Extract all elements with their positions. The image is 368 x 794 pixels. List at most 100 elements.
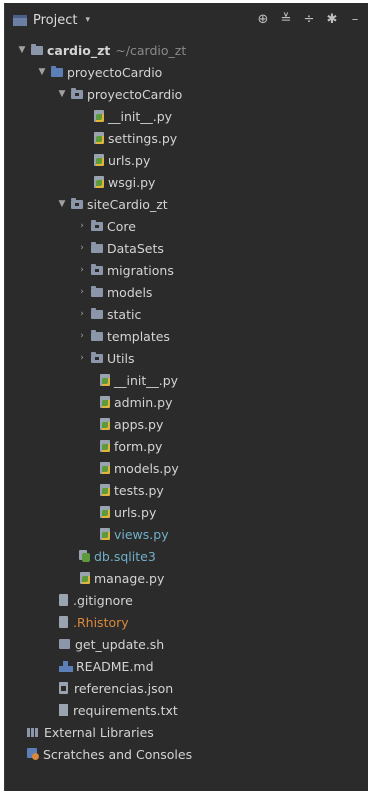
chevron-right-icon[interactable]: › (77, 309, 87, 319)
node-label: proyectoCardio (67, 64, 163, 80)
chevron-down-icon[interactable]: ▼ (57, 89, 67, 99)
chevron-right-icon[interactable]: › (77, 265, 87, 275)
file-label: README.md (76, 658, 154, 674)
file-label: urls.py (114, 504, 157, 520)
python-file-icon (93, 131, 105, 145)
python-file-icon (99, 417, 111, 431)
tree-node-external-libraries[interactable]: External Libraries (27, 721, 154, 743)
tree-file-manage[interactable]: manage.py (79, 567, 164, 589)
chevron-right-icon[interactable]: › (77, 221, 87, 231)
python-file-icon (99, 483, 111, 497)
chevron-right-icon[interactable]: › (77, 331, 87, 341)
file-label: wsgi.py (108, 174, 156, 190)
tree-file-wsgi[interactable]: wsgi.py (93, 171, 155, 193)
tree-file-admin[interactable]: admin.py (99, 391, 172, 413)
tree-file-init[interactable]: __init__.py (93, 105, 172, 127)
ignore-file-icon (59, 594, 68, 606)
node-label: External Libraries (44, 724, 154, 740)
folder-icon (91, 285, 103, 297)
node-label: proyectoCardio (87, 86, 183, 102)
tree-file-form[interactable]: form.py (99, 435, 162, 457)
file-label: models.py (114, 460, 179, 476)
tree-file-urls[interactable]: urls.py (93, 149, 150, 171)
tree-node-sitecardio[interactable]: ▼ siteCardio_zt (57, 193, 168, 215)
package-folder-icon (91, 219, 103, 231)
python-file-icon (99, 373, 111, 387)
file-label: settings.py (108, 130, 178, 146)
python-file-icon (99, 505, 111, 519)
chevron-right-icon[interactable]: › (77, 287, 87, 297)
shell-script-icon (59, 639, 70, 649)
folder-icon (91, 329, 103, 341)
folder-icon (91, 241, 103, 253)
tree-file-requirements[interactable]: requirements.txt (59, 699, 178, 721)
collapse-all-icon[interactable]: ≚ (275, 11, 297, 29)
gear-icon[interactable]: ✱ (321, 11, 343, 29)
tree-node-core[interactable]: › Core (77, 215, 136, 237)
python-file-icon (93, 175, 105, 189)
node-label: models (107, 284, 153, 300)
root-path: ~/cardio_zt (115, 42, 187, 58)
node-label: migrations (107, 262, 174, 278)
project-view-selector[interactable]: Project ▾ (13, 13, 90, 28)
tree-file-site-urls[interactable]: urls.py (99, 501, 156, 523)
python-file-icon (93, 109, 105, 123)
chevron-down-icon[interactable]: ▼ (17, 45, 27, 55)
tree-file-gitignore[interactable]: .gitignore (59, 589, 133, 611)
python-file-icon (99, 395, 111, 409)
markdown-file-icon (59, 660, 73, 672)
python-file-icon (79, 571, 91, 585)
file-label: manage.py (94, 570, 165, 586)
folder-icon (91, 307, 103, 319)
tree-node-proyectocardio[interactable]: ▼ proyectoCardio (37, 61, 163, 83)
source-folder-icon (51, 65, 63, 77)
tree-file-settings[interactable]: settings.py (93, 127, 177, 149)
tree-file-site-init[interactable]: __init__.py (99, 369, 178, 391)
scratches-icon (27, 748, 39, 760)
project-tool-window: Project ▾ ⊕ ≚ ÷ ✱ – ▼ cardio_zt ~/cardio… (4, 3, 368, 791)
tree-file-referencias[interactable]: referencias.json (59, 677, 173, 699)
file-label: views.py (114, 526, 169, 542)
tree-node-utils[interactable]: › Utils (77, 347, 134, 369)
python-file-icon (99, 461, 111, 475)
file-label: apps.py (114, 416, 164, 432)
tree-node-scratches[interactable]: Scratches and Consoles (27, 743, 192, 765)
tree-file-rhistory[interactable]: .Rhistory (59, 611, 129, 633)
locate-icon[interactable]: ⊕ (252, 11, 274, 29)
folder-icon (31, 43, 43, 55)
text-file-icon (59, 704, 68, 716)
tree-node-static[interactable]: › static (77, 303, 141, 325)
file-label: urls.py (108, 152, 151, 168)
tree-file-readme[interactable]: README.md (59, 655, 154, 677)
tree-file-views[interactable]: views.py (99, 523, 169, 545)
tree-node-proyectocardio-package[interactable]: ▼ proyectoCardio (57, 83, 183, 105)
expand-all-icon[interactable]: ÷ (298, 11, 320, 29)
node-label: DataSets (107, 240, 164, 256)
tree-file-apps[interactable]: apps.py (99, 413, 163, 435)
tree-file-tests[interactable]: tests.py (99, 479, 164, 501)
tree-file-db[interactable]: db.sqlite3 (79, 545, 156, 567)
package-folder-icon (91, 351, 103, 363)
tree-file-get-update[interactable]: get_update.sh (59, 633, 164, 655)
hide-icon[interactable]: – (344, 11, 366, 29)
node-label: static (107, 306, 142, 322)
tree-node-models[interactable]: › models (77, 281, 152, 303)
chevron-down-icon[interactable]: ▼ (57, 199, 67, 209)
json-file-icon (59, 682, 70, 694)
python-file-icon (99, 439, 111, 453)
chevron-down-icon[interactable]: ▼ (37, 67, 47, 77)
tree-node-root[interactable]: ▼ cardio_zt ~/cardio_zt (17, 39, 187, 61)
tree-node-templates[interactable]: › templates (77, 325, 170, 347)
tree-file-models-py[interactable]: models.py (99, 457, 179, 479)
file-label: tests.py (114, 482, 164, 498)
node-label: Scratches and Consoles (43, 746, 193, 762)
file-label: form.py (114, 438, 163, 454)
python-file-icon (99, 527, 111, 541)
library-icon (27, 727, 40, 737)
project-title: Project (33, 12, 78, 28)
chevron-right-icon[interactable]: › (77, 353, 87, 363)
tree-node-migrations[interactable]: › migrations (77, 259, 174, 281)
tree-node-datasets[interactable]: › DataSets (77, 237, 164, 259)
chevron-right-icon[interactable]: › (77, 243, 87, 253)
package-folder-icon (91, 263, 103, 275)
